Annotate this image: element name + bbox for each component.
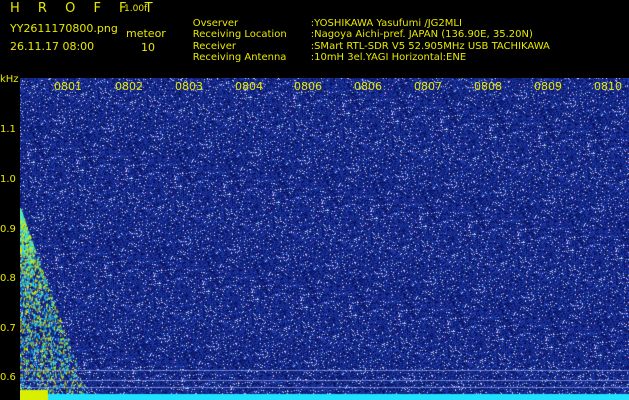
x-tick-label: 0801 [54, 80, 82, 93]
y-tick-label: 0.8 [0, 273, 16, 284]
y-tick-label: 1.1 [0, 124, 16, 135]
station-value: :10mH 3el.YAGI Horizontal:ENE [310, 52, 467, 64]
x-tick-label: 0807 [414, 80, 442, 93]
x-tick-label: 0802 [115, 80, 143, 93]
x-tick-label: 0808 [474, 80, 502, 93]
x-tick-label: 0806 [294, 80, 322, 93]
app-version: 1.00f [124, 4, 148, 14]
meteor-label: meteor [126, 27, 166, 40]
x-tick-label: 0804 [235, 80, 263, 93]
station-info-antenna: Receiving Antenna :10mH 3el.YAGI Horizont… [180, 41, 466, 75]
y-tick-label: 1.0 [0, 174, 16, 185]
x-tick-label: 0803 [175, 80, 203, 93]
y-tick-label: 0.6 [0, 372, 16, 383]
y-tick-label: 0.9 [0, 224, 16, 235]
y-axis-unit: kHz [0, 74, 19, 85]
x-tick-label: 0806 [354, 80, 382, 93]
x-tick-label: 0809 [534, 80, 562, 93]
hroft-window: H R O F F T 1.00f YY2611170800.png meteo… [0, 0, 629, 400]
x-tick-label: 0810 [594, 80, 622, 93]
capture-datetime: 26.11.17 08:00 [10, 40, 95, 53]
station-key: Receiving Antenna [192, 52, 287, 64]
meteor-count: 10 [141, 41, 155, 54]
y-tick-label: 0.7 [0, 323, 16, 334]
image-filename: YY2611170800.png [10, 22, 118, 35]
spectrogram-canvas [20, 78, 629, 400]
